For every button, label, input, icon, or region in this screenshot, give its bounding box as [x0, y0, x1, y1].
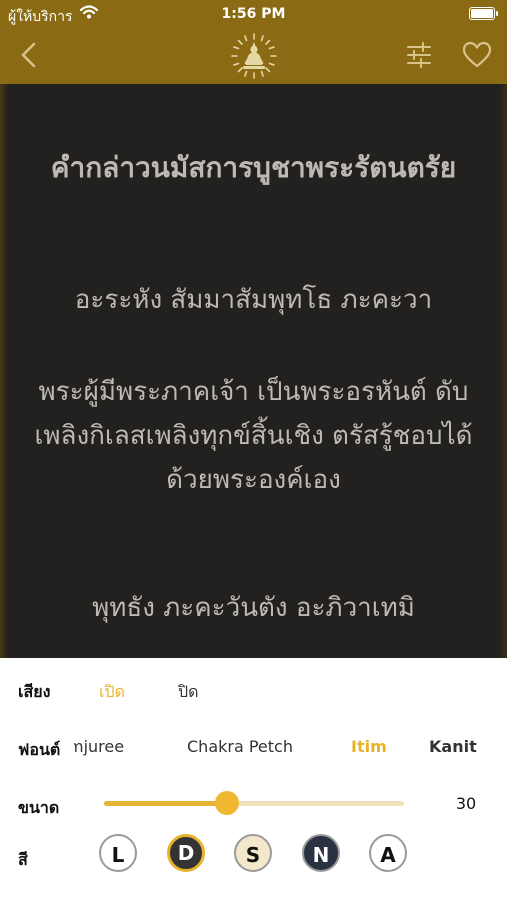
- font-option-kanit[interactable]: Kanit: [429, 737, 477, 756]
- slider-thumb[interactable]: [215, 791, 239, 815]
- chant-translation: พระผู้มีพระภาคเจ้า เป็นพระอรหันต์ ดับเพล…: [34, 377, 473, 495]
- font-option-chakra-petch[interactable]: Chakra Petch: [187, 737, 293, 756]
- navigation-bar: [0, 28, 507, 84]
- sound-on-option[interactable]: เปิด: [99, 680, 125, 705]
- status-bar: ผู้ให้บริการ 1:56 PM: [0, 0, 507, 28]
- chant-verse: พุทธัง ภะคะวันตัง อะภิวาเทมิ: [92, 593, 415, 623]
- background-edge: [0, 84, 8, 658]
- heart-icon[interactable]: [462, 41, 492, 69]
- chant-verse: อะระหัง สัมมาสัมพุทโธ ภะคะวา: [74, 285, 433, 315]
- theme-night-button[interactable]: N: [302, 834, 340, 872]
- background-edge: [499, 84, 507, 658]
- status-time: 1:56 PM: [221, 6, 286, 22]
- font-option-bai-jamjuree[interactable]: mjuree: [74, 737, 124, 756]
- font-selector[interactable]: mjuree Chakra Petch Itim Kanit: [74, 734, 507, 762]
- theme-auto-button[interactable]: A: [369, 834, 407, 872]
- sound-off-option[interactable]: ปิด: [178, 680, 199, 705]
- sound-label: เสียง: [18, 682, 51, 701]
- size-label: ขนาด: [18, 798, 60, 817]
- chevron-left-icon[interactable]: [16, 40, 40, 70]
- battery-icon: [469, 7, 498, 20]
- theme-sepia-button[interactable]: S: [234, 834, 272, 872]
- slider-fill: [104, 801, 227, 806]
- display-settings-panel: เสียง เปิด ปิด ฟอนต์ mjuree Chakra Petch…: [0, 658, 507, 900]
- font-size-slider[interactable]: [104, 791, 404, 815]
- color-label: สี: [18, 850, 28, 869]
- font-option-itim[interactable]: Itim: [351, 737, 387, 756]
- font-size-value: 30: [455, 794, 477, 813]
- theme-light-button[interactable]: L: [99, 834, 137, 872]
- font-label: ฟอนต์: [18, 740, 61, 759]
- theme-dark-button[interactable]: D: [167, 834, 205, 872]
- chant-title: คำกล่าวนมัสการบูชาพระรัตนตรัย: [50, 151, 457, 184]
- chant-content: คำกล่าวนมัสการบูชาพระรัตนตรัย อะระหัง สั…: [0, 84, 507, 658]
- sliders-icon[interactable]: [406, 42, 432, 68]
- buddha-logo-icon: [231, 33, 277, 79]
